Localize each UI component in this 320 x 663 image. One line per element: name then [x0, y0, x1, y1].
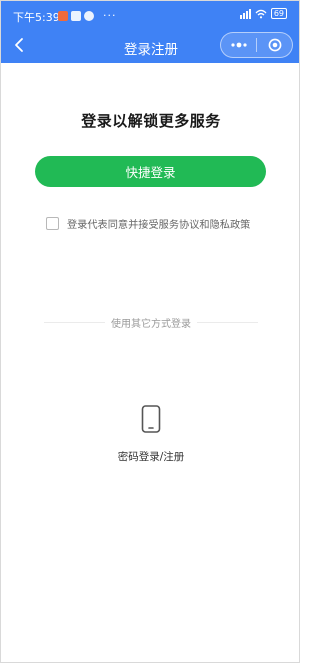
wechat-notification-icon: [84, 10, 94, 21]
target-circle-icon: [268, 38, 281, 52]
agreement-row: 登录代表同意并接受服务协议和隐私政策: [46, 216, 250, 231]
message-notification-icon: [71, 10, 81, 21]
more-menu-button[interactable]: [221, 33, 256, 57]
other-login-label: 使用其它方式登录: [111, 319, 191, 330]
more-notifications-indicator: ···: [103, 9, 117, 22]
nav-bar: 登录注册: [1, 29, 299, 63]
battery-level: 69: [270, 8, 287, 19]
status-bar: 下午5:39 ··· 69: [1, 1, 299, 29]
mini-program-capsule: [220, 32, 293, 58]
divider-line-left: [44, 322, 105, 323]
more-dots-icon: [230, 42, 247, 48]
notification-icons: ···: [58, 9, 117, 22]
status-right: 69: [239, 8, 287, 19]
quick-login-button[interactable]: 快捷登录: [35, 156, 266, 187]
login-headline: 登录以解锁更多服务: [81, 112, 221, 130]
wifi-icon: [255, 9, 267, 18]
agreement-text[interactable]: 登录代表同意并接受服务协议和隐私政策: [67, 216, 250, 231]
close-mini-program-button[interactable]: [257, 33, 292, 57]
agreement-checkbox[interactable]: [46, 217, 59, 230]
app-notification-icon: [58, 10, 68, 21]
top-bar: 下午5:39 ··· 69 登录注册: [1, 1, 299, 63]
password-login-link[interactable]: 密码登录/注册: [1, 449, 299, 464]
phone-icon[interactable]: [140, 405, 162, 433]
signal-icon: [239, 8, 251, 19]
status-time: 下午5:39: [13, 11, 60, 24]
app-screen: 下午5:39 ··· 69 登录注册 登录以解锁更多服务 快捷登录 登录代表同意…: [0, 0, 300, 663]
divider-line-right: [197, 322, 258, 323]
other-login-divider: 使用其它方式登录: [44, 315, 258, 330]
